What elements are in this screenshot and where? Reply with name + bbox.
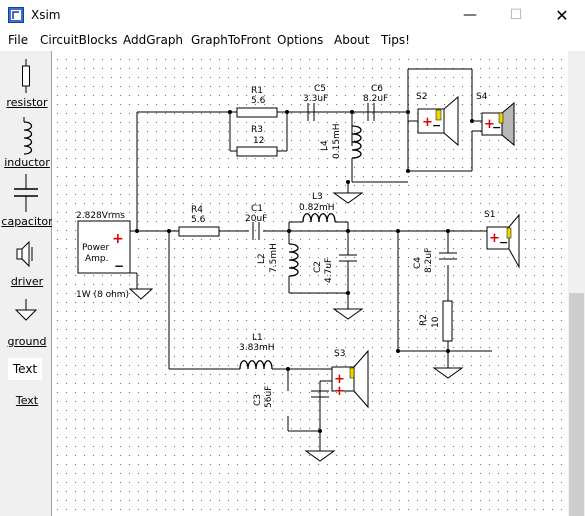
- menu-about[interactable]: About: [334, 33, 369, 47]
- menu-circuitblocks[interactable]: CircuitBlocks: [40, 33, 117, 47]
- svg-text:20uF: 20uF: [245, 214, 267, 224]
- amp-name-line2: Amp.: [85, 254, 109, 264]
- inductor-icon[interactable]: [18, 117, 36, 157]
- ground-icon[interactable]: [14, 299, 38, 323]
- svg-text:8.2uF: 8.2uF: [363, 94, 388, 104]
- svg-text:R1: R1: [251, 86, 263, 96]
- palette-driver-label[interactable]: driver: [0, 275, 54, 288]
- svg-text:10: 10: [431, 316, 441, 328]
- svg-text:R3: R3: [251, 125, 263, 135]
- svg-text:C6: C6: [371, 84, 383, 94]
- menu-addgraph[interactable]: AddGraph: [123, 33, 183, 47]
- schematic: Power Amp. + − 2.828Vrms 1W (8 ohm) R15.…: [76, 68, 520, 462]
- title-bar: Xsim — ☐ ✕: [0, 0, 585, 31]
- minimize-button[interactable]: —: [447, 0, 493, 31]
- window-title: Xsim: [31, 8, 61, 22]
- vertical-scrollbar[interactable]: [568, 51, 585, 516]
- svg-text:4.7uF: 4.7uF: [324, 258, 334, 283]
- text-tool-icon[interactable]: Text: [8, 358, 42, 380]
- svg-text:0.82mH: 0.82mH: [299, 203, 335, 213]
- svg-text:8.2uF: 8.2uF: [424, 248, 434, 273]
- svg-text:S2: S2: [416, 92, 427, 102]
- palette-inductor-label[interactable]: inductor: [0, 156, 54, 169]
- palette-capacitor-label[interactable]: capacitor: [0, 215, 54, 228]
- ground-C3: [304, 450, 336, 462]
- palette-text-label[interactable]: Text: [0, 394, 54, 407]
- resistor-icon[interactable]: [19, 59, 33, 93]
- svg-text:S3: S3: [334, 349, 345, 359]
- driver-icon[interactable]: [15, 239, 37, 269]
- ground-C2: [332, 308, 364, 320]
- inductor-L3: [302, 213, 336, 223]
- svg-text:C1: C1: [251, 204, 263, 214]
- amp-voltage: 2.828Vrms: [76, 211, 125, 221]
- speaker-S3[interactable]: + +: [331, 349, 369, 409]
- svg-text:+: +: [334, 384, 345, 399]
- ground-amp: [128, 288, 154, 300]
- speaker-S2[interactable]: + −: [417, 95, 459, 147]
- svg-text:L4: L4: [320, 140, 330, 151]
- close-button[interactable]: ✕: [539, 0, 585, 31]
- ground-L4: [332, 192, 364, 204]
- svg-text:−: −: [114, 259, 124, 273]
- maximize-button[interactable]: ☐: [493, 0, 539, 31]
- menu-options[interactable]: Options: [277, 33, 323, 47]
- menu-graphtofront[interactable]: GraphToFront: [191, 33, 271, 47]
- svg-text:−: −: [432, 119, 441, 132]
- component-palette: resistor inductor capacitor driver groun…: [0, 51, 54, 516]
- resistor-R3[interactable]: [236, 146, 278, 157]
- menu-bar: File CircuitBlocks AddGraph GraphToFront…: [0, 31, 585, 51]
- speaker-S1[interactable]: + −: [486, 213, 520, 269]
- app-icon: [8, 7, 24, 23]
- amp-name-line1: Power: [82, 243, 110, 253]
- svg-text:C4: C4: [413, 257, 423, 269]
- svg-text:3.83mH: 3.83mH: [239, 343, 275, 353]
- svg-text:C2: C2: [313, 261, 323, 273]
- svg-text:R4: R4: [191, 205, 203, 215]
- svg-text:C3: C3: [253, 394, 263, 406]
- svg-text:L2: L2: [257, 253, 267, 264]
- svg-text:C5: C5: [314, 84, 326, 94]
- speaker-S4[interactable]: + −: [481, 101, 515, 147]
- ground-R2: [432, 367, 464, 379]
- svg-text:+: +: [112, 231, 124, 247]
- svg-text:12: 12: [253, 136, 264, 146]
- svg-text:0.15mH: 0.15mH: [332, 123, 342, 159]
- power-amp[interactable]: Power Amp. + −: [77, 220, 131, 274]
- palette-ground-label[interactable]: ground: [0, 335, 54, 348]
- svg-text:56uF: 56uF: [264, 386, 274, 408]
- svg-text:7.5mH: 7.5mH: [269, 243, 279, 273]
- palette-resistor-label[interactable]: resistor: [0, 96, 54, 109]
- menu-tips[interactable]: Tips!: [381, 33, 410, 47]
- inductor-L4: [351, 125, 362, 159]
- svg-text:3.3uF: 3.3uF: [303, 94, 328, 104]
- inductor-L1: [239, 360, 273, 370]
- svg-text:S1: S1: [484, 210, 495, 220]
- svg-text:L3: L3: [312, 192, 323, 202]
- svg-text:5.6: 5.6: [191, 215, 206, 225]
- amp-power: 1W (8 ohm): [76, 290, 129, 300]
- inductor-L2: [288, 243, 299, 277]
- scrollbar-thumb[interactable]: [569, 293, 584, 516]
- resistor-R4[interactable]: [178, 226, 220, 237]
- resistor-R1[interactable]: [236, 107, 278, 118]
- menu-file[interactable]: File: [8, 33, 28, 47]
- svg-text:R2: R2: [419, 314, 429, 326]
- svg-text:5.6: 5.6: [251, 96, 266, 106]
- schematic-canvas[interactable]: Power Amp. + − 2.828Vrms 1W (8 ohm) R1 5.…: [52, 51, 568, 516]
- capacitor-icon[interactable]: [12, 174, 40, 212]
- resistor-R2[interactable]: [442, 300, 453, 342]
- svg-text:L1: L1: [252, 333, 263, 343]
- svg-text:S4: S4: [476, 92, 488, 102]
